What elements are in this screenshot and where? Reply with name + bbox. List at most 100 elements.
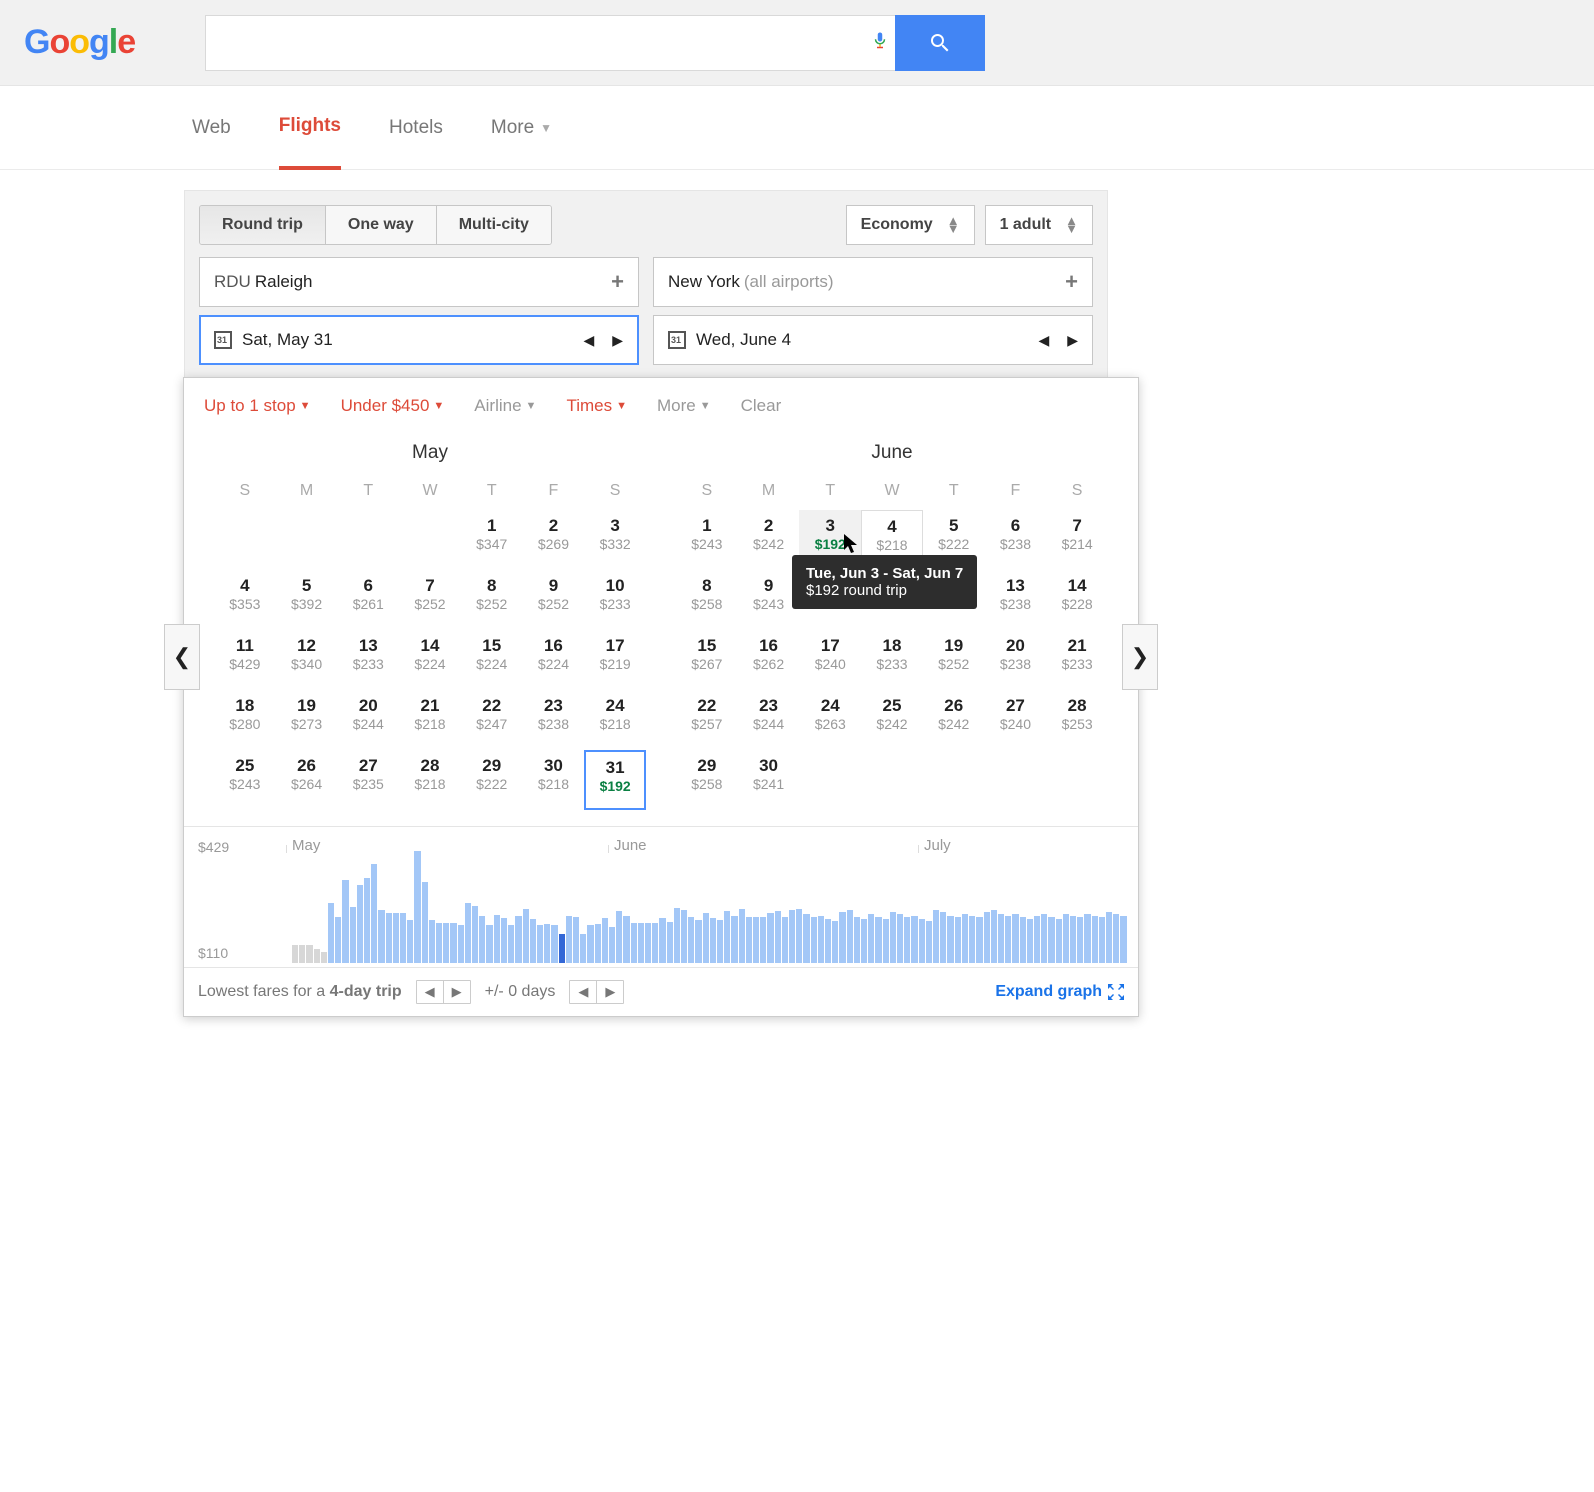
price-bar[interactable] <box>760 917 766 963</box>
price-bar[interactable] <box>753 917 759 963</box>
price-bar[interactable] <box>386 913 392 963</box>
price-bar[interactable] <box>364 878 370 963</box>
tab-more[interactable]: More▼ <box>491 86 552 170</box>
price-bar[interactable] <box>703 913 709 963</box>
cabin-select[interactable]: Economy▲▼ <box>846 205 975 245</box>
filter-airline[interactable]: Airline ▼ <box>474 396 536 416</box>
price-bar[interactable] <box>782 917 788 963</box>
price-bar[interactable] <box>623 916 629 963</box>
price-bar[interactable] <box>378 910 384 963</box>
day-cell[interactable]: 12$340 <box>276 630 338 690</box>
price-bar[interactable] <box>746 917 752 963</box>
day-cell[interactable]: 2$242 <box>738 510 800 570</box>
price-bar[interactable] <box>580 934 586 963</box>
price-bar[interactable] <box>465 903 471 963</box>
price-bar[interactable] <box>1027 919 1033 963</box>
price-bar[interactable] <box>1120 916 1126 963</box>
price-bar[interactable] <box>573 917 579 963</box>
price-bar[interactable] <box>868 914 874 963</box>
price-bar[interactable] <box>1041 914 1047 963</box>
price-bar[interactable] <box>659 918 665 963</box>
day-cell[interactable]: 29$222 <box>461 750 523 810</box>
day-cell[interactable]: 24$218 <box>584 690 646 750</box>
price-bar[interactable] <box>1092 916 1098 963</box>
price-bar[interactable] <box>991 910 997 963</box>
day-cell[interactable]: 16$262 <box>738 630 800 690</box>
price-bar[interactable] <box>890 912 896 963</box>
price-bar[interactable] <box>1056 919 1062 963</box>
day-cell[interactable]: 23$238 <box>523 690 585 750</box>
price-bar[interactable] <box>1034 916 1040 963</box>
price-bar[interactable] <box>695 920 701 963</box>
price-bar[interactable] <box>472 906 478 963</box>
price-bar[interactable] <box>1077 917 1083 963</box>
price-bar[interactable] <box>436 923 442 963</box>
return-date-input[interactable]: Wed, June 4 ◀▶ <box>653 315 1093 365</box>
price-bar[interactable] <box>357 885 363 963</box>
filter-price[interactable]: Under $450 ▼ <box>341 396 445 416</box>
price-bar[interactable] <box>731 916 737 963</box>
microphone-icon[interactable] <box>871 28 895 58</box>
price-bar[interactable] <box>407 920 413 963</box>
filter-times[interactable]: Times ▼ <box>566 396 627 416</box>
price-bar[interactable] <box>724 911 730 963</box>
price-bar[interactable] <box>501 918 507 963</box>
price-bar[interactable] <box>314 949 320 963</box>
price-bar[interactable] <box>422 882 428 963</box>
day-cell[interactable]: 5$392 <box>276 570 338 630</box>
price-bar[interactable] <box>919 919 925 963</box>
month-next-button[interactable]: ❯ <box>1122 624 1158 690</box>
price-bar[interactable] <box>559 934 565 963</box>
day-cell[interactable]: 27$235 <box>337 750 399 810</box>
search-button[interactable] <box>895 15 985 71</box>
day-cell[interactable]: 17$240 <box>799 630 861 690</box>
date-next-icon[interactable]: ▶ <box>1067 332 1078 349</box>
price-bar[interactable] <box>1070 916 1076 963</box>
price-bar[interactable] <box>335 917 341 963</box>
filter-more[interactable]: More ▼ <box>657 396 711 416</box>
day-cell[interactable]: 21$218 <box>399 690 461 750</box>
trip-type-multi[interactable]: Multi-city <box>437 206 551 244</box>
day-cell[interactable]: 7$252 <box>399 570 461 630</box>
day-cell[interactable]: 7$214 <box>1046 510 1108 570</box>
price-bar[interactable] <box>638 923 644 963</box>
price-bar[interactable] <box>551 925 557 963</box>
filter-stops[interactable]: Up to 1 stop ▼ <box>204 396 311 416</box>
destination-input[interactable]: New York(all airports) + <box>653 257 1093 307</box>
day-cell[interactable]: 26$264 <box>276 750 338 810</box>
price-bar[interactable] <box>306 945 312 963</box>
tab-hotels[interactable]: Hotels <box>389 86 443 170</box>
day-cell[interactable]: 4$353 <box>214 570 276 630</box>
price-bar[interactable] <box>674 908 680 963</box>
day-cell[interactable]: 31$192 <box>584 750 646 810</box>
price-bar[interactable] <box>984 912 990 963</box>
price-bar[interactable] <box>832 921 838 963</box>
day-cell[interactable]: 25$243 <box>214 750 276 810</box>
plus-icon[interactable]: + <box>1065 269 1078 295</box>
day-cell[interactable]: 30$241 <box>738 750 800 810</box>
price-bar[interactable] <box>414 851 420 963</box>
price-bar[interactable] <box>1113 914 1119 963</box>
price-bar[interactable] <box>803 914 809 963</box>
price-bar[interactable] <box>450 923 456 963</box>
price-bar[interactable] <box>681 910 687 963</box>
price-bar[interactable] <box>940 912 946 963</box>
price-bar[interactable] <box>523 909 529 963</box>
price-bar[interactable] <box>969 916 975 963</box>
price-bar[interactable] <box>515 916 521 963</box>
price-bar[interactable] <box>976 917 982 963</box>
day-cell[interactable]: 6$238 <box>985 510 1047 570</box>
price-bar[interactable] <box>796 909 802 963</box>
day-cell[interactable]: 8$258 <box>676 570 738 630</box>
price-bar[interactable] <box>825 919 831 963</box>
tab-web[interactable]: Web <box>192 86 231 170</box>
price-bar[interactable] <box>393 913 399 963</box>
price-bar[interactable] <box>292 945 298 963</box>
price-bar[interactable] <box>299 945 305 963</box>
day-cell[interactable]: 20$244 <box>337 690 399 750</box>
price-bar[interactable] <box>631 923 637 963</box>
price-bar[interactable] <box>595 924 601 963</box>
price-bar[interactable] <box>688 917 694 963</box>
price-bar[interactable] <box>486 925 492 963</box>
price-bar[interactable] <box>508 925 514 963</box>
